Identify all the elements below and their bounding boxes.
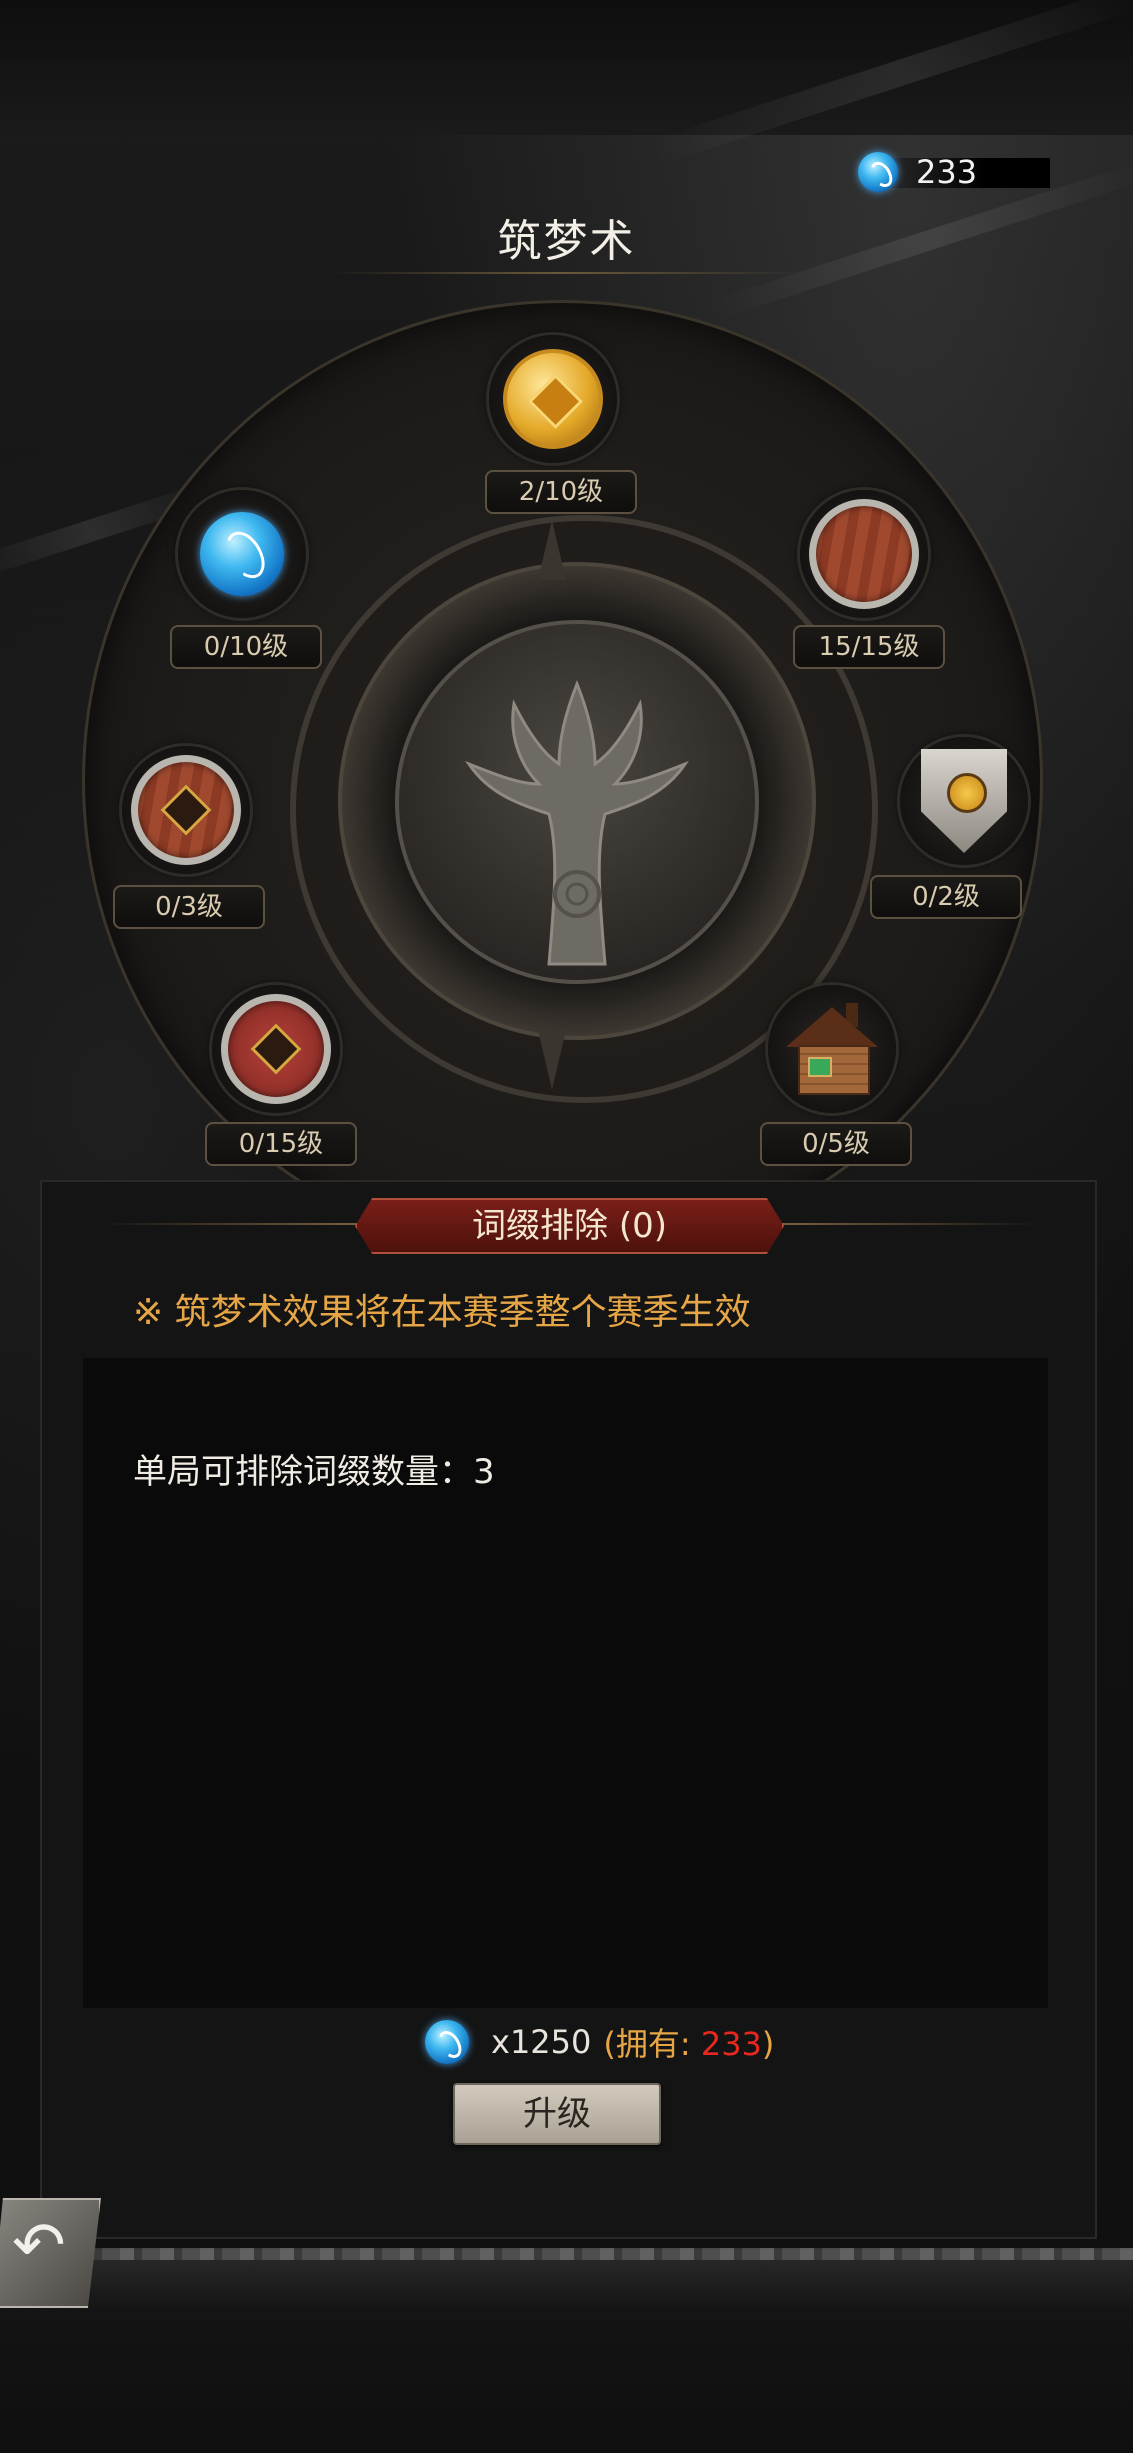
skill-level-shield-emblem: 0/3级 [113,885,265,929]
skill-node-house[interactable] [768,985,896,1113]
skill-level-wooden-shield: 15/15级 [793,625,945,669]
red-shield-emblem-icon [221,994,331,1104]
currency-display: 233 [858,152,1053,192]
effect-text: 单局可排除词缀数量：3 [133,1452,495,1492]
dream-gem-icon [425,2020,469,2064]
skill-node-wooden-shield[interactable] [800,490,928,618]
skill-node-gold-coin[interactable] [489,335,617,463]
blue-gem-icon [200,512,284,596]
skill-level-red-shield: 0/15级 [205,1122,357,1166]
upgrade-button[interactable]: 升级 [453,2083,661,2145]
page-title: 筑梦术 [497,216,636,267]
back-arrow-icon: ↶ [12,2209,66,2283]
skill-level-blue-gem: 0/10级 [170,625,322,669]
round-shield-emblem-icon [131,755,241,865]
skill-level-house: 0/5级 [760,1122,912,1166]
emblem-icon [250,1023,302,1075]
skill-node-heater-shield[interactable] [900,737,1028,865]
wheel-spike [538,1030,566,1090]
dream-gem-icon [858,152,898,192]
effect-description-box: 单局可排除词缀数量：3 [83,1358,1048,2008]
skill-name-banner: 词缀排除 (0) [355,1198,784,1254]
skill-level-gold-coin: 2/10级 [485,470,637,514]
wheel-spike [538,520,566,580]
owned-value: 233 [700,2025,762,2063]
heater-shield-icon [921,749,1007,853]
banner-ornament-right [780,1223,1040,1225]
title-divider [330,272,800,274]
back-button[interactable]: ↶ [0,2198,101,2308]
skill-node-blue-gem[interactable] [178,490,306,618]
bottom-frame [0,2250,1133,2453]
bottom-frame-edge [0,2248,1133,2260]
gold-coin-icon [503,349,603,449]
wooden-shield-icon [809,499,919,609]
currency-amount: 233 [916,153,978,191]
skill-level-heater-shield: 0/2级 [870,875,1022,919]
tree-icon [465,679,689,966]
skill-node-red-shield[interactable] [212,985,340,1113]
top-bar [0,0,1133,135]
owned-amount: (拥有: 233) [603,2025,775,2063]
tree-of-dreams-core [395,620,759,984]
wooden-house-icon [786,1003,878,1095]
emblem-icon [160,784,212,836]
season-note: ※ 筑梦术效果将在本赛季整个赛季生效 [133,1292,751,1333]
banner-ornament-left [100,1223,360,1225]
upgrade-cost: x1250 (拥有: 233) [425,2017,774,2067]
skill-node-shield-emblem[interactable] [122,746,250,874]
cost-amount: x1250 [491,2023,592,2061]
